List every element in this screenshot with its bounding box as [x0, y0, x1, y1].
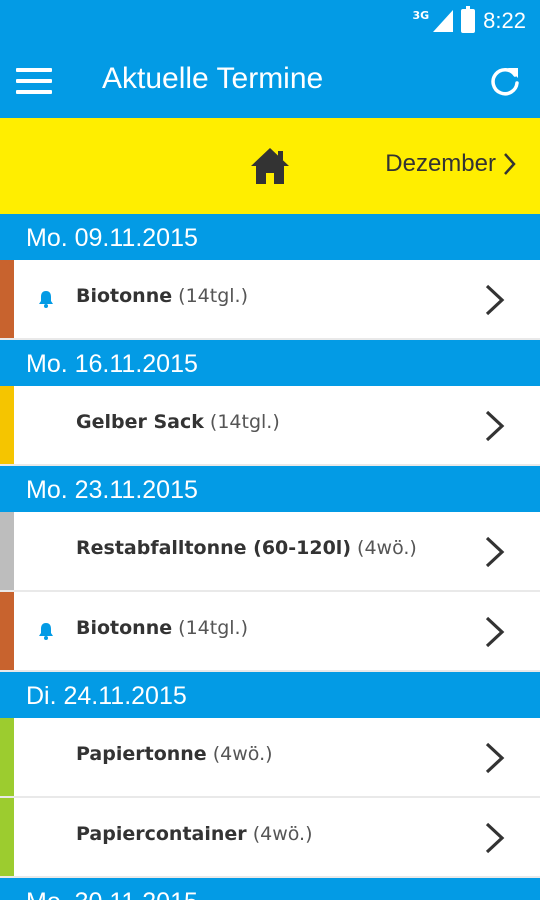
chevron-right-icon[interactable]: [484, 821, 506, 855]
chevron-right-icon[interactable]: [484, 615, 506, 649]
list-item[interactable]: Biotonne (14tgl.): [0, 260, 540, 338]
item-frequency: (4wö.): [212, 743, 273, 765]
item-label: Papiertonne (4wö.): [76, 743, 273, 765]
list-item[interactable]: Papiercontainer (4wö.): [0, 798, 540, 876]
category-color-stripe: [0, 592, 14, 670]
app-bar: Aktuelle Termine: [0, 44, 540, 118]
item-name: Papiercontainer: [76, 823, 247, 845]
date-header: Di. 24.11.2015: [0, 672, 540, 718]
list-item[interactable]: Gelber Sack (14tgl.): [0, 386, 540, 464]
item-label: Biotonne (14tgl.): [76, 285, 248, 307]
item-frequency: (14tgl.): [178, 617, 249, 639]
list-item[interactable]: Biotonne (14tgl.): [0, 592, 540, 670]
item-label: Restabfalltonne (60-120l) (4wö.): [76, 537, 417, 559]
battery-icon: [461, 6, 476, 33]
bell-icon: [39, 291, 53, 308]
home-icon[interactable]: [250, 146, 290, 186]
item-frequency: (14tgl.): [178, 285, 249, 307]
next-month-label: Dezember: [385, 150, 496, 177]
item-label: Papiercontainer (4wö.): [76, 823, 313, 845]
category-color-stripe: [0, 260, 14, 338]
item-frequency: (14tgl.): [209, 411, 280, 433]
item-label: Biotonne (14tgl.): [76, 617, 248, 639]
next-month-button[interactable]: Dezember: [385, 150, 516, 178]
item-name: Papiertonne: [76, 743, 207, 765]
date-header: Mo. 30.11.2015: [0, 878, 540, 900]
appointment-list: Mo. 09.11.2015 Biotonne (14tgl.) Mo. 16.11…: [0, 214, 540, 900]
month-navigation: Dezember: [0, 118, 540, 214]
item-name: Gelber Sack: [76, 411, 204, 433]
item-name: Restabfalltonne (60-120l): [76, 537, 351, 559]
list-item[interactable]: Papiertonne (4wö.): [0, 718, 540, 796]
category-color-stripe: [0, 512, 14, 590]
date-header: Mo. 16.11.2015: [0, 340, 540, 386]
list-item[interactable]: Restabfalltonne (60-120l) (4wö.): [0, 512, 540, 590]
category-color-stripe: [0, 386, 14, 464]
chevron-right-icon[interactable]: [484, 741, 506, 775]
signal-icon: [433, 10, 454, 32]
chevron-right-icon: [504, 153, 516, 175]
date-header: Mo. 23.11.2015: [0, 466, 540, 512]
category-color-stripe: [0, 718, 14, 796]
hamburger-menu-icon[interactable]: [16, 68, 52, 94]
date-header: Mo. 09.11.2015: [0, 214, 540, 260]
bell-icon: [39, 623, 53, 640]
chevron-right-icon[interactable]: [484, 535, 506, 569]
status-icons: 3G 8:22: [412, 6, 526, 34]
chevron-right-icon[interactable]: [484, 409, 506, 443]
clock: 8:22: [483, 8, 526, 33]
refresh-icon[interactable]: [488, 64, 522, 98]
item-label: Gelber Sack (14tgl.): [76, 411, 280, 433]
item-name: Biotonne: [76, 285, 173, 307]
page-title: Aktuelle Termine: [102, 62, 324, 95]
category-color-stripe: [0, 798, 14, 876]
item-frequency: (4wö.): [357, 537, 417, 559]
status-bar: 3G 8:22: [0, 0, 540, 44]
chevron-right-icon[interactable]: [484, 283, 506, 317]
item-frequency: (4wö.): [252, 823, 313, 845]
network-type: 3G: [412, 8, 430, 22]
item-name: Biotonne: [76, 617, 173, 639]
